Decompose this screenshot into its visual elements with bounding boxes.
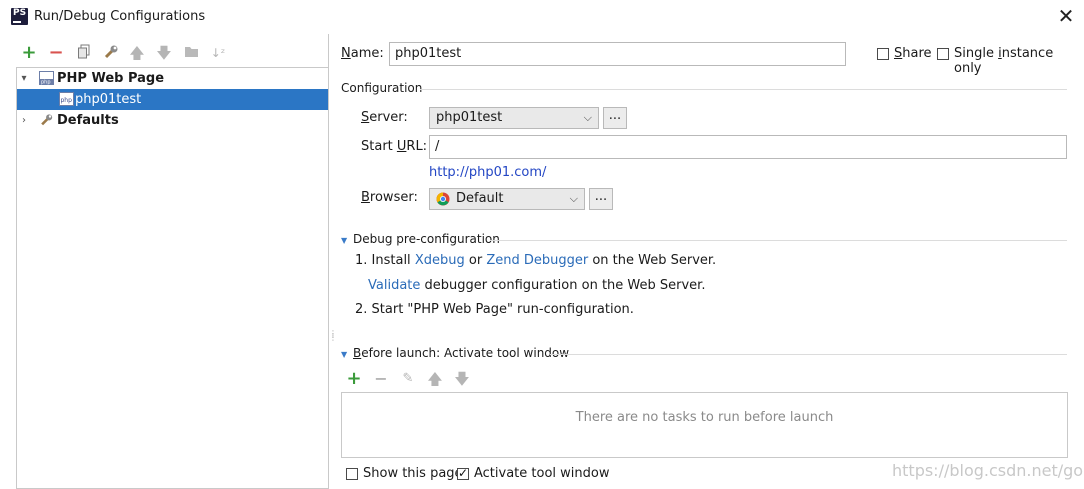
add-icon[interactable]: + [345, 370, 363, 388]
start-url-label: Start URL: [361, 139, 428, 154]
move-down-icon[interactable]: 🡇 [453, 370, 471, 388]
share-label: Share [894, 46, 932, 61]
start-url-input[interactable]: / [429, 135, 1067, 159]
section-divider [420, 89, 1067, 90]
collapse-triangle-icon[interactable]: ▼ [341, 350, 347, 359]
collapse-triangle-icon[interactable]: ▼ [341, 236, 347, 245]
edit-defaults-icon[interactable] [102, 44, 120, 62]
php-config-icon: php [59, 92, 74, 106]
copy-icon[interactable] [75, 44, 93, 62]
move-up-icon[interactable]: 🡅 [128, 44, 146, 62]
before-launch-task-list[interactable] [341, 392, 1068, 458]
name-input[interactable]: php01test [389, 42, 846, 66]
configuration-tree: ▾ php PHP Web Page php php01test › Defau… [16, 67, 328, 489]
section-divider [490, 240, 1067, 241]
chrome-icon [436, 192, 450, 206]
tree-node-defaults[interactable]: › Defaults [17, 110, 328, 131]
move-up-icon[interactable]: 🡅 [426, 370, 444, 388]
folder-icon[interactable] [182, 44, 200, 62]
single-instance-label: Single instance only [954, 46, 1054, 76]
browser-label: Browser: [361, 190, 418, 205]
server-dropdown[interactable]: php01test ⌵ [429, 107, 599, 129]
splitter[interactable] [328, 34, 329, 489]
sort-icon[interactable]: ↓ᶻ [209, 44, 227, 62]
chevron-down-icon: ⌵ [569, 192, 578, 205]
server-label: Server: [361, 110, 408, 125]
app-icon-text: PS [13, 8, 27, 18]
tree-label: php01test [75, 92, 142, 107]
before-launch-heading[interactable]: Before launch: Activate tool window [353, 346, 569, 360]
server-value: php01test [436, 110, 503, 125]
browser-value: Default [456, 191, 504, 206]
zend-debugger-link[interactable]: Zend Debugger [486, 253, 588, 268]
section-divider [550, 354, 1067, 355]
server-browse-button[interactable]: ... [603, 107, 627, 129]
single-instance-checkbox[interactable] [937, 48, 949, 60]
debug-preconfig-heading[interactable]: Debug pre-configuration [353, 232, 500, 246]
wrench-icon [41, 114, 53, 126]
resolved-url-link[interactable]: http://php01.com/ [429, 165, 546, 180]
remove-icon[interactable]: − [47, 44, 65, 62]
move-down-icon[interactable]: 🡇 [155, 44, 173, 62]
validate-link[interactable]: Validate [368, 278, 420, 293]
tree-node-php01test[interactable]: php php01test [17, 89, 328, 110]
php-web-page-icon: php [39, 71, 54, 85]
watermark: https://blog.csdn.net/gorch [892, 461, 1084, 480]
phpstorm-app-icon: PS [11, 8, 28, 25]
share-checkbox[interactable] [877, 48, 889, 60]
activate-tool-window-checkbox[interactable] [457, 466, 469, 480]
browser-browse-button[interactable]: ... [589, 188, 613, 210]
debug-validate-line: Validate debugger configuration on the W… [368, 278, 706, 293]
activate-tool-window-label: Activate tool window [474, 466, 610, 481]
edit-icon[interactable]: ✎ [399, 370, 417, 388]
show-this-page-checkbox[interactable] [346, 468, 358, 480]
name-label: Name: [341, 46, 384, 61]
add-icon[interactable]: + [20, 44, 38, 62]
debug-step-1: 1. Install Xdebug or Zend Debugger on th… [355, 253, 717, 268]
chevron-down-icon[interactable]: ▾ [19, 68, 29, 89]
tree-label: Defaults [57, 113, 119, 128]
splitter-grip-icon[interactable]: ⋮ ⋮ [329, 330, 337, 346]
configuration-heading: Configuration [341, 81, 423, 95]
tree-node-php-web-page[interactable]: ▾ php PHP Web Page [17, 68, 328, 89]
xdebug-link[interactable]: Xdebug [415, 253, 465, 268]
chevron-right-icon[interactable]: › [19, 110, 29, 131]
window-title: Run/Debug Configurations [34, 9, 206, 24]
chevron-down-icon: ⌵ [583, 111, 592, 124]
browser-dropdown[interactable]: Default ⌵ [429, 188, 585, 210]
show-this-page-label: Show this page [363, 466, 463, 481]
debug-step-2: 2. Start "PHP Web Page" run-configuratio… [355, 302, 634, 317]
empty-tasks-message: There are no tasks to run before launch [575, 410, 834, 425]
remove-icon[interactable]: − [372, 370, 390, 388]
tree-label: PHP Web Page [57, 71, 165, 86]
svg-text:php: php [61, 97, 73, 104]
svg-text:php: php [41, 79, 51, 85]
close-icon[interactable]: ✕ [1056, 6, 1076, 26]
